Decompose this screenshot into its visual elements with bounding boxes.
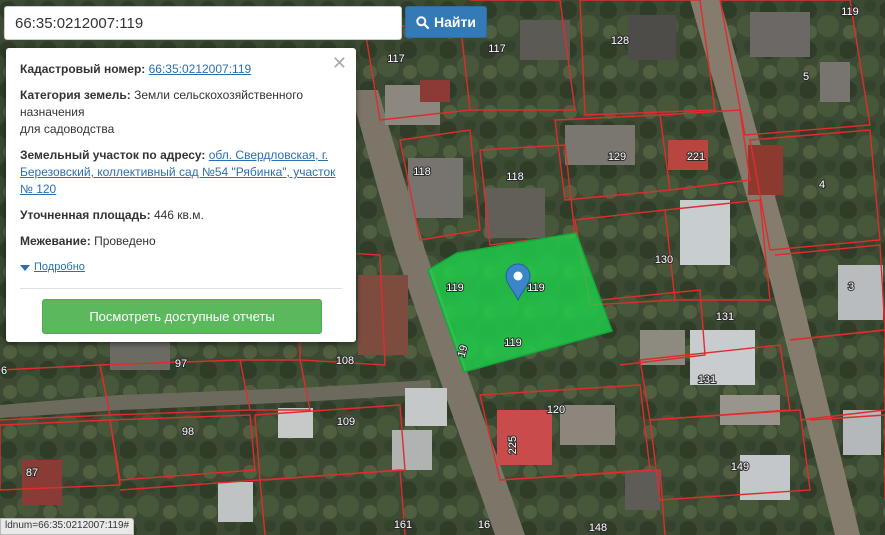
parcel-label: 3 [848,281,854,293]
parcel-label: 5 [803,71,809,83]
triangle-down-icon [20,264,30,271]
cadastral-number-label: Кадастровый номер: [20,62,146,76]
parcel-label: 118 [506,171,524,183]
parcel-label: 131 [716,311,734,323]
survey-label: Межевание: [20,234,91,248]
land-use-value: для садоводства [20,122,115,136]
close-icon[interactable]: ✕ [332,54,347,72]
search-button[interactable]: Найти [405,6,487,38]
parcel-label: 148 [589,522,607,534]
cadastral-number-link[interactable]: 66:35:0212007:119 [149,62,252,76]
parcel-label: 117 [387,53,405,65]
survey-row: Межевание: Проведено [20,233,342,250]
land-category-label: Категория земель: [20,88,131,102]
parcel-label: 129 [608,151,626,163]
parcel-label: 131 [698,374,716,386]
search-button-label: Найти [434,14,476,30]
view-reports-button[interactable]: Посмотреть доступные отчеты [42,299,322,334]
parcel-label: 87 [26,467,38,479]
parcel-label: 16 [478,519,490,531]
parcel-label: 6 [1,365,7,377]
survey-value: Проведено [94,234,156,248]
parcel-label: 98 [182,426,194,438]
details-label: Подробно [34,261,85,273]
details-toggle[interactable]: Подробно [20,259,342,276]
address-row: Земельный участок по адресу: обл. Свердл… [20,147,342,198]
parcel-label: 161 [394,519,412,531]
parcel-label: 221 [687,151,705,163]
parcel-label: 119 [527,282,545,294]
divider [20,288,342,289]
parcel-label: 118 [413,166,431,178]
area-row: Уточненная площадь: 446 кв.м. [20,207,342,224]
parcel-label: 225 [507,436,519,454]
area-value: 446 кв.м. [153,208,204,222]
parcel-label: 130 [655,254,673,266]
parcel-label: 97 [175,358,187,370]
address-label: Земельный участок по адресу: [20,148,206,162]
parcel-label: 149 [731,461,749,473]
cadastral-number-row: Кадастровый номер: 66:35:0212007:119 [20,61,342,78]
land-category-row: Категория земель: Земли сельскохозяйстве… [20,87,342,138]
parcel-label: 119 [504,337,522,349]
parcel-label: 4 [819,179,825,191]
parcel-label: 119 [841,6,859,18]
parcel-label: 109 [337,416,355,428]
search-input[interactable] [4,6,402,40]
parcel-label: 120 [547,404,565,416]
status-bar: ldnum=66:35:0212007:119# [0,518,135,535]
parcel-info-popup: ✕ Кадастровый номер: 66:35:0212007:119 К… [6,48,356,342]
parcel-label: 108 [336,355,354,367]
parcel-label: 128 [611,35,629,47]
parcel-label: 117 [488,43,506,55]
search-icon [416,15,430,29]
parcel-label: 119 [446,282,464,294]
area-label: Уточненная площадь: [20,208,151,222]
